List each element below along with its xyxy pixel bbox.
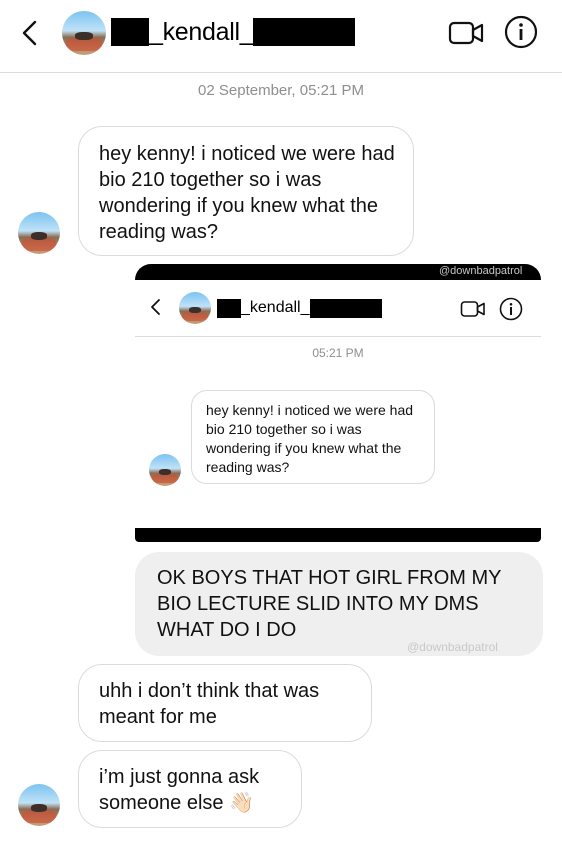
video-camera-icon[interactable] (448, 20, 484, 46)
redaction-bar (217, 298, 241, 318)
incoming-message[interactable]: uhh i don’t think that was meant for me (78, 664, 372, 742)
embed-timestamp: 05:21 PM (312, 346, 364, 360)
watermark: @downbadpatrol (439, 265, 523, 277)
outgoing-message[interactable]: OK BOYS THAT HOT GIRL FROM MY BIO LECTUR… (135, 552, 543, 656)
video-camera-icon (460, 301, 485, 317)
redaction-bar (309, 298, 382, 318)
message-text: i’m just gonna ask someone else 👋🏻 (99, 766, 260, 814)
message-text: hey kenny! i noticed we were had bio 210… (206, 402, 414, 475)
embed-chat-header: _kendall_ (135, 280, 541, 337)
avatar (149, 454, 181, 486)
redaction-bar (111, 18, 149, 46)
incoming-message[interactable]: hey kenny! i noticed we were had bio 210… (78, 126, 414, 256)
chat-header: _kendall_ (0, 0, 562, 73)
chevron-left-icon[interactable] (18, 18, 44, 48)
embed-bottom-bar (135, 528, 541, 542)
avatar[interactable] (62, 11, 106, 55)
message-text: hey kenny! i noticed we were had bio 210… (99, 143, 395, 243)
incoming-message[interactable]: i’m just gonna ask someone else 👋🏻 (78, 750, 302, 828)
date-separator: 02 September, 05:21 PM (198, 82, 364, 99)
watermark: @downbadpatrol (407, 640, 498, 654)
avatar (179, 292, 211, 324)
redaction-bar (253, 18, 356, 46)
message-text: uhh i don’t think that was meant for me (99, 680, 320, 728)
avatar[interactable] (18, 784, 60, 826)
embed-incoming-message: hey kenny! i noticed we were had bio 210… (191, 390, 435, 484)
avatar[interactable] (18, 212, 60, 254)
username-label: _kendall_ (241, 299, 310, 316)
username-label: _kendall_ (149, 17, 254, 46)
chat-title[interactable]: _kendall_ (111, 16, 356, 48)
embed-chat-title: _kendall_ (217, 298, 382, 318)
info-icon[interactable] (504, 15, 538, 49)
chevron-left-icon (151, 299, 160, 315)
info-icon (499, 297, 523, 321)
embedded-screenshot[interactable]: @downbadpatrol _kendall_ 05:21 PM hey ke… (135, 264, 541, 542)
message-text: OK BOYS THAT HOT GIRL FROM MY BIO LECTUR… (157, 567, 502, 641)
